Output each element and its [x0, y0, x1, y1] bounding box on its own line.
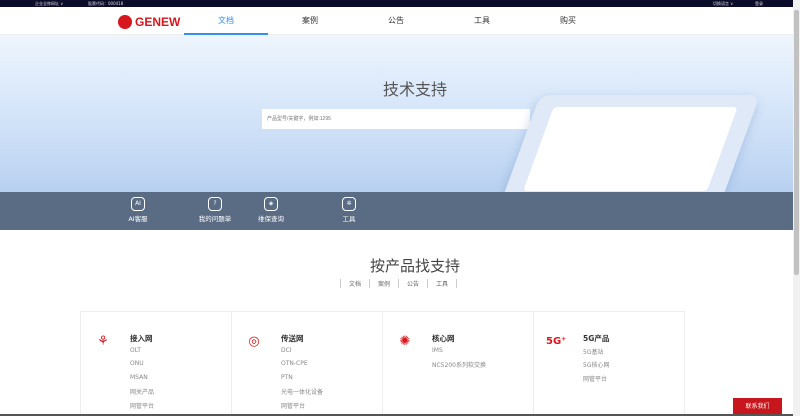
product-link[interactable]: MSAN [130, 374, 154, 387]
transport-network-icon: ◎ [248, 334, 260, 349]
tab-cases[interactable]: 案例 [369, 279, 398, 288]
top-bar: 企业全称网址 ∨ 股票代码：000418 切换语言 ∨ 登录 [0, 0, 793, 7]
nav-tools[interactable]: 工具 [440, 7, 524, 35]
product-cards: ⚘ 接入网 OLT ONU MSAN 网关产品 网管平台 ◎ 传送网 DCI OTN-CP… [80, 311, 685, 416]
5g-icon: 5G⁺ [546, 336, 567, 347]
card-access-network: ⚘ 接入网 OLT ONU MSAN 网关产品 网管平台 [81, 312, 232, 416]
login-link[interactable]: 登录 [755, 0, 763, 7]
card-title[interactable]: 5G产品 [583, 333, 609, 344]
product-link[interactable]: NC5200系列软交换 [432, 360, 486, 373]
logo[interactable]: GENEW [118, 15, 180, 29]
quick-links-bar: AI AI客服 ? 我的问题单 ◈ 维保查询 ✲ 工具 [0, 192, 793, 230]
stock-code: 股票代码：000418 [88, 1, 124, 6]
search-input[interactable] [262, 109, 530, 129]
quick-label: 工具 [342, 215, 356, 223]
ticket-icon: ? [208, 197, 222, 211]
product-link[interactable]: IMS [432, 347, 486, 360]
core-network-icon: ✺ [399, 334, 411, 349]
card-core-network: ✺ 核心网 IMS NC5200系列软交换 [383, 312, 534, 416]
card-title[interactable]: 核心网 [432, 333, 455, 344]
access-network-icon: ⚘ [97, 334, 109, 349]
nav-buy[interactable]: 购买 [526, 7, 610, 35]
header: GENEW 文档 案例 公告 工具 购买 [0, 7, 793, 35]
tab-notices[interactable]: 公告 [398, 279, 427, 288]
section-title: 按产品找支持 [369, 257, 460, 275]
hero-banner: 技术支持 [0, 35, 793, 192]
quick-my-tickets[interactable]: ? 我的问题单 [185, 197, 245, 223]
language-switch[interactable]: 切换语言 ∨ [713, 0, 733, 7]
card-title[interactable]: 传送网 [281, 333, 304, 344]
nav-notices[interactable]: 公告 [354, 7, 438, 35]
product-link[interactable]: 网管平台 [583, 374, 609, 387]
hero-title: 技术支持 [382, 80, 447, 99]
product-link[interactable]: OLT [130, 347, 154, 360]
quick-label: 维保查询 [258, 215, 284, 223]
gear-icon: ✲ [342, 197, 356, 211]
product-link[interactable]: PTN [281, 374, 323, 387]
logo-text: GENEW [135, 15, 181, 29]
product-link[interactable]: 光电一体化设备 [281, 387, 323, 400]
nav-docs[interactable]: 文档 [184, 7, 268, 35]
scrollbar-thumb[interactable] [794, 10, 799, 275]
product-link[interactable]: OTN-CPE [281, 360, 323, 373]
section-tabs: 文档 案例 公告 工具 [340, 279, 458, 288]
tablet-illustration [499, 95, 761, 192]
product-link[interactable]: 网管平台 [281, 401, 323, 414]
product-link[interactable]: 网关产品 [130, 387, 154, 400]
product-link[interactable]: DCI [281, 347, 323, 360]
quick-warranty[interactable]: ◈ 维保查询 [241, 197, 301, 223]
product-link[interactable]: 5G核心网 [583, 360, 609, 373]
tab-docs[interactable]: 文档 [340, 279, 369, 288]
product-link[interactable]: ONU [130, 360, 154, 373]
product-link[interactable]: 5G基站 [583, 347, 609, 360]
quick-ai-service[interactable]: AI AI客服 [108, 197, 168, 223]
card-title[interactable]: 接入网 [130, 333, 153, 344]
quick-tools[interactable]: ✲ 工具 [319, 197, 379, 223]
shield-icon: ◈ [264, 197, 278, 211]
scrollbar[interactable] [793, 0, 800, 416]
quick-label: AI客服 [128, 215, 148, 223]
logo-icon [118, 15, 132, 29]
tab-tools[interactable]: 工具 [427, 279, 458, 288]
product-link[interactable]: 网管平台 [130, 401, 154, 414]
ai-icon: AI [131, 197, 145, 211]
site-select[interactable]: 企业全称网址 ∨ [35, 0, 63, 7]
quick-label: 我的问题单 [198, 215, 232, 223]
card-5g-products: 5G⁺ 5G产品 5G基站 5G核心网 网管平台 [534, 312, 684, 416]
nav-cases[interactable]: 案例 [268, 7, 352, 35]
card-transport-network: ◎ 传送网 DCI OTN-CPE PTN 光电一体化设备 网管平台 [232, 312, 383, 416]
